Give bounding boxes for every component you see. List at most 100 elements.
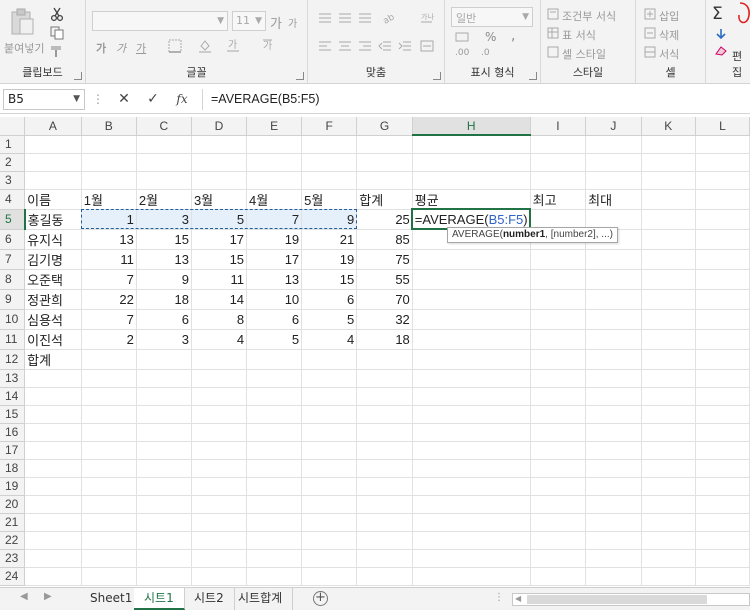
- cell-f23[interactable]: [301, 549, 358, 568]
- copy-icon[interactable]: [50, 26, 64, 40]
- clipboard-launcher-icon[interactable]: [74, 72, 82, 80]
- cell-h2[interactable]: [412, 153, 531, 172]
- cell-h18[interactable]: [412, 459, 531, 478]
- cell-d18[interactable]: [191, 459, 248, 478]
- cell-i2[interactable]: [530, 153, 587, 172]
- cell-k18[interactable]: [641, 459, 696, 478]
- cell-j19[interactable]: [585, 477, 642, 496]
- cell-e10[interactable]: 6: [246, 309, 303, 330]
- cell-j24[interactable]: [585, 567, 642, 586]
- cell-j14[interactable]: [585, 387, 642, 406]
- cell-c6[interactable]: 15: [136, 229, 192, 250]
- cell-h4[interactable]: 평균: [412, 189, 531, 210]
- cell-i19[interactable]: [530, 477, 587, 496]
- row-header[interactable]: 7: [0, 249, 26, 270]
- insert-function-icon[interactable]: fx: [172, 90, 192, 108]
- cell-d1[interactable]: [191, 135, 248, 154]
- enter-icon[interactable]: ✓: [143, 90, 163, 108]
- delete-button[interactable]: 삭제: [659, 27, 679, 43]
- cell-g9[interactable]: 70: [356, 289, 413, 310]
- cell-a16[interactable]: [24, 423, 82, 442]
- cell-h8[interactable]: [412, 269, 531, 290]
- cell-g18[interactable]: [356, 459, 413, 478]
- cell-d6[interactable]: 17: [191, 229, 248, 250]
- number-launcher-icon[interactable]: [529, 72, 537, 80]
- cell-f10[interactable]: 5: [301, 309, 358, 330]
- cell-c3[interactable]: [136, 171, 192, 190]
- cell-i16[interactable]: [530, 423, 587, 442]
- cell-j17[interactable]: [585, 441, 642, 460]
- cell-l7[interactable]: [695, 249, 750, 270]
- cell-i24[interactable]: [530, 567, 587, 586]
- cell-c10[interactable]: 6: [136, 309, 192, 330]
- bold-button[interactable]: 가: [96, 40, 106, 56]
- cell-f14[interactable]: [301, 387, 358, 406]
- tab-prev-icon[interactable]: ◀: [20, 591, 28, 602]
- cell-j22[interactable]: [585, 531, 642, 550]
- cell-k8[interactable]: [641, 269, 696, 290]
- column-header-a[interactable]: A: [24, 117, 82, 136]
- cell-k22[interactable]: [641, 531, 696, 550]
- cell-k14[interactable]: [641, 387, 696, 406]
- cell-j9[interactable]: [585, 289, 642, 310]
- paste-icon[interactable]: [9, 8, 35, 36]
- scroll-left-icon[interactable]: ◀: [515, 594, 521, 603]
- cell-e13[interactable]: [246, 369, 303, 388]
- cell-g8[interactable]: 55: [356, 269, 413, 290]
- cell-l24[interactable]: [695, 567, 750, 586]
- cell-a12[interactable]: 합계: [24, 349, 82, 370]
- format-painter-icon[interactable]: [50, 44, 64, 58]
- cell-h15[interactable]: [412, 405, 531, 424]
- row-header[interactable]: 21: [0, 513, 26, 532]
- cell-c23[interactable]: [136, 549, 192, 568]
- cell-c21[interactable]: [136, 513, 192, 532]
- cell-l9[interactable]: [695, 289, 750, 310]
- cell-f22[interactable]: [301, 531, 358, 550]
- conditional-format-button[interactable]: 조건부 서식: [562, 8, 616, 24]
- cell-l4[interactable]: [695, 189, 750, 210]
- font-shrink-button[interactable]: 가: [288, 15, 297, 30]
- row-header[interactable]: 17: [0, 441, 26, 460]
- cell-e12[interactable]: [246, 349, 303, 370]
- formula-input[interactable]: =AVERAGE(B5:F5): [202, 89, 750, 110]
- cell-k11[interactable]: [641, 329, 696, 350]
- align-top-icon[interactable]: [318, 12, 332, 24]
- cell-h20[interactable]: [412, 495, 531, 514]
- cell-j5[interactable]: [585, 209, 642, 230]
- cell-k23[interactable]: [641, 549, 696, 568]
- cell-f3[interactable]: [301, 171, 358, 190]
- cell-d2[interactable]: [191, 153, 248, 172]
- align-right-icon[interactable]: [358, 40, 372, 52]
- cell-e16[interactable]: [246, 423, 303, 442]
- cell-g17[interactable]: [356, 441, 413, 460]
- cell-d10[interactable]: 8: [191, 309, 248, 330]
- cell-a2[interactable]: [24, 153, 82, 172]
- cell-g22[interactable]: [356, 531, 413, 550]
- format-button[interactable]: 서식: [659, 46, 679, 62]
- column-header-j[interactable]: J: [585, 117, 642, 136]
- cell-a21[interactable]: [24, 513, 82, 532]
- cell-i1[interactable]: [530, 135, 587, 154]
- cell-g15[interactable]: [356, 405, 413, 424]
- cell-g16[interactable]: [356, 423, 413, 442]
- cell-h9[interactable]: [412, 289, 531, 310]
- cell-l3[interactable]: [695, 171, 750, 190]
- merge-center-icon[interactable]: [420, 39, 434, 53]
- cell-g24[interactable]: [356, 567, 413, 586]
- cell-g2[interactable]: [356, 153, 413, 172]
- cell-e9[interactable]: 10: [246, 289, 303, 310]
- cell-g4[interactable]: 합계: [356, 189, 413, 210]
- cell-k13[interactable]: [641, 369, 696, 388]
- cell-l22[interactable]: [695, 531, 750, 550]
- cell-f21[interactable]: [301, 513, 358, 532]
- decrease-decimal-button[interactable]: .0: [481, 48, 490, 58]
- cell-j4[interactable]: 최대: [585, 189, 642, 210]
- cell-a1[interactable]: [24, 135, 82, 154]
- cell-j15[interactable]: [585, 405, 642, 424]
- cell-l12[interactable]: [695, 349, 750, 370]
- font-launcher-icon[interactable]: [296, 72, 304, 80]
- cell-h23[interactable]: [412, 549, 531, 568]
- paste-button[interactable]: 붙여넣기: [4, 40, 44, 56]
- cell-e17[interactable]: [246, 441, 303, 460]
- cell-e3[interactable]: [246, 171, 303, 190]
